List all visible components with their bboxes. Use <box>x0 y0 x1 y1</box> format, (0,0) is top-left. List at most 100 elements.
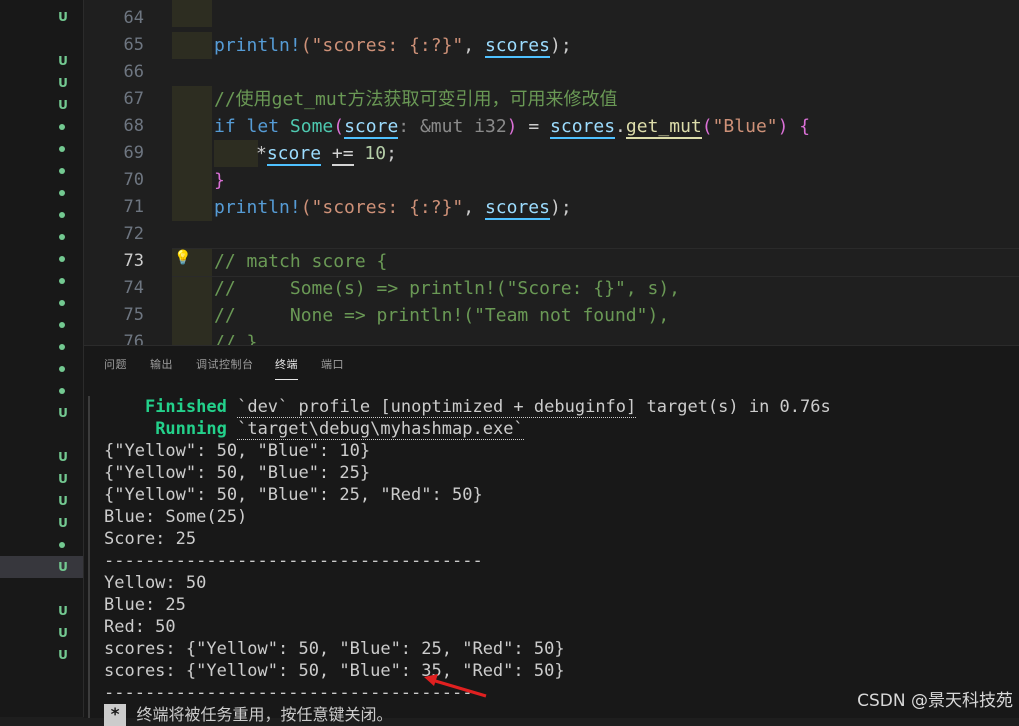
terminal-line: scores: {"Yellow": 50, "Blue": 35, "Red"… <box>104 661 565 681</box>
terminal-line: Red: 50 <box>104 617 176 637</box>
terminal-line: scores: {"Yellow": 50, "Blue": 25, "Red"… <box>104 639 565 659</box>
explorer-file-row[interactable]: U <box>0 6 83 28</box>
modified-dot-icon <box>59 190 65 196</box>
untracked-badge: U <box>58 98 68 112</box>
terminal-scroll-gutter <box>88 396 90 718</box>
explorer-file-row[interactable]: U <box>0 94 83 116</box>
code-editor[interactable]: 64 65 66 67 68 69 70 71 72 73 74 75 76 💡… <box>84 0 1019 345</box>
code-line-73[interactable]: // match score { <box>214 248 387 275</box>
untracked-badge: U <box>58 406 68 420</box>
tab-ports[interactable]: 端口 <box>321 356 344 372</box>
explorer-file-row[interactable]: U <box>0 402 83 424</box>
code-line-74[interactable]: // Some(s) => println!("Score: {}", s), <box>214 275 680 302</box>
code-line-70[interactable]: } <box>214 167 225 194</box>
line-number: 65 <box>123 35 144 55</box>
terminal-line-finished: Finished `dev` profile [unoptimized + de… <box>144 397 831 418</box>
explorer-file-row[interactable]: U <box>0 50 83 72</box>
explorer-file-row[interactable]: U <box>0 446 83 468</box>
code-line-67[interactable]: //使用get_mut方法获取可变引用，可用来修改值 <box>214 86 618 113</box>
bottom-panel: 问题 输出 调试控制台 终端 端口 Finished `dev` profile… <box>84 345 1019 726</box>
code-line-68[interactable]: if let Some(score: &mut i32) = scores.ge… <box>214 113 810 140</box>
modified-dot-icon <box>59 212 65 218</box>
modified-dot-icon <box>59 278 65 284</box>
line-number: 72 <box>123 224 144 244</box>
line-number: 71 <box>123 197 144 217</box>
annotation-arrow-icon <box>424 674 487 698</box>
explorer-file-row[interactable] <box>0 248 83 270</box>
tab-terminal[interactable]: 终端 <box>275 356 298 380</box>
code-line-69[interactable]: *score += 10; <box>256 140 397 167</box>
modified-dot-icon <box>59 300 65 306</box>
line-number: 74 <box>123 278 144 298</box>
line-number: 66 <box>123 62 144 82</box>
explorer-file-row[interactable] <box>0 380 83 402</box>
explorer-file-row[interactable]: U <box>0 556 83 578</box>
code-line-71[interactable]: println!("scores: {:?}", scores); <box>214 194 572 221</box>
modified-dot-icon <box>59 322 65 328</box>
explorer-file-row[interactable]: U <box>0 72 83 94</box>
explorer-file-row[interactable]: U <box>0 622 83 644</box>
terminal-output[interactable]: Finished `dev` profile [unoptimized + de… <box>104 396 1004 726</box>
explorer-file-row[interactable] <box>0 138 83 160</box>
terminal-line-running: Running `target\debug\myhashmap.exe` <box>155 419 524 440</box>
line-number: 69 <box>123 143 144 163</box>
code-line-76[interactable]: // } <box>214 329 257 345</box>
tab-problems[interactable]: 问题 <box>104 356 127 372</box>
line-number-current: 73 <box>123 251 144 271</box>
watermark: CSDN @景天科技苑 <box>857 691 1013 711</box>
code-line-65[interactable]: println!("scores: {:?}", scores); <box>214 32 572 59</box>
explorer-file-row[interactable] <box>0 336 83 358</box>
indent-guide <box>172 32 212 59</box>
indent-guide <box>172 86 212 221</box>
terminal-line: Blue: 25 <box>104 595 186 615</box>
explorer-git-status-strip: UUUUUUUUUUUUU <box>0 0 83 717</box>
explorer-file-row[interactable] <box>0 314 83 336</box>
explorer-file-row[interactable] <box>0 160 83 182</box>
line-number: 68 <box>123 116 144 136</box>
untracked-badge: U <box>58 450 68 464</box>
modified-dot-icon <box>59 234 65 240</box>
untracked-badge: U <box>58 54 68 68</box>
explorer-file-row[interactable] <box>0 182 83 204</box>
explorer-file-row[interactable] <box>0 292 83 314</box>
explorer-file-row[interactable]: U <box>0 490 83 512</box>
untracked-badge: U <box>58 76 68 90</box>
modified-dot-icon <box>59 256 65 262</box>
explorer-file-row[interactable]: U <box>0 600 83 622</box>
prompt-star-badge: * <box>104 704 127 726</box>
tab-debug-console[interactable]: 调试控制台 <box>196 356 254 372</box>
modified-dot-icon <box>59 388 65 394</box>
modified-dot-icon <box>59 344 65 350</box>
line-number: 70 <box>123 170 144 190</box>
explorer-file-row[interactable] <box>0 116 83 138</box>
line-number: 75 <box>123 305 144 325</box>
explorer-file-row[interactable]: U <box>0 468 83 490</box>
untracked-badge: U <box>58 604 68 618</box>
code-line-75[interactable]: // None => println!("Team not found"), <box>214 302 669 329</box>
indent-guide-inner <box>214 140 258 167</box>
terminal-separator: ------------------------------------- <box>104 551 483 571</box>
indent-guide <box>172 0 212 27</box>
terminal-line: {"Yellow": 50, "Blue": 25, "Red": 50} <box>104 485 483 505</box>
untracked-badge: U <box>58 472 68 486</box>
terminal-line: {"Yellow": 50, "Blue": 10} <box>104 441 371 461</box>
explorer-file-row[interactable] <box>0 534 83 556</box>
explorer-file-row[interactable] <box>0 270 83 292</box>
tab-output[interactable]: 输出 <box>150 356 173 372</box>
terminal-line: Yellow: 50 <box>104 573 207 593</box>
explorer-file-row[interactable] <box>0 358 83 380</box>
modified-dot-icon <box>59 146 65 152</box>
explorer-file-row[interactable]: U <box>0 644 83 666</box>
line-number: 64 <box>123 8 144 28</box>
explorer-file-row[interactable] <box>0 204 83 226</box>
modified-dot-icon <box>59 542 65 548</box>
terminal-line: Score: 25 <box>104 529 197 549</box>
untracked-badge: U <box>58 626 68 640</box>
explorer-file-row[interactable] <box>0 226 83 248</box>
line-number: 67 <box>123 89 144 109</box>
modified-dot-icon <box>59 168 65 174</box>
line-number: 76 <box>123 332 144 345</box>
untracked-badge: U <box>58 494 68 508</box>
explorer-file-row[interactable]: U <box>0 512 83 534</box>
lightbulb-icon[interactable]: 💡 <box>174 250 191 266</box>
